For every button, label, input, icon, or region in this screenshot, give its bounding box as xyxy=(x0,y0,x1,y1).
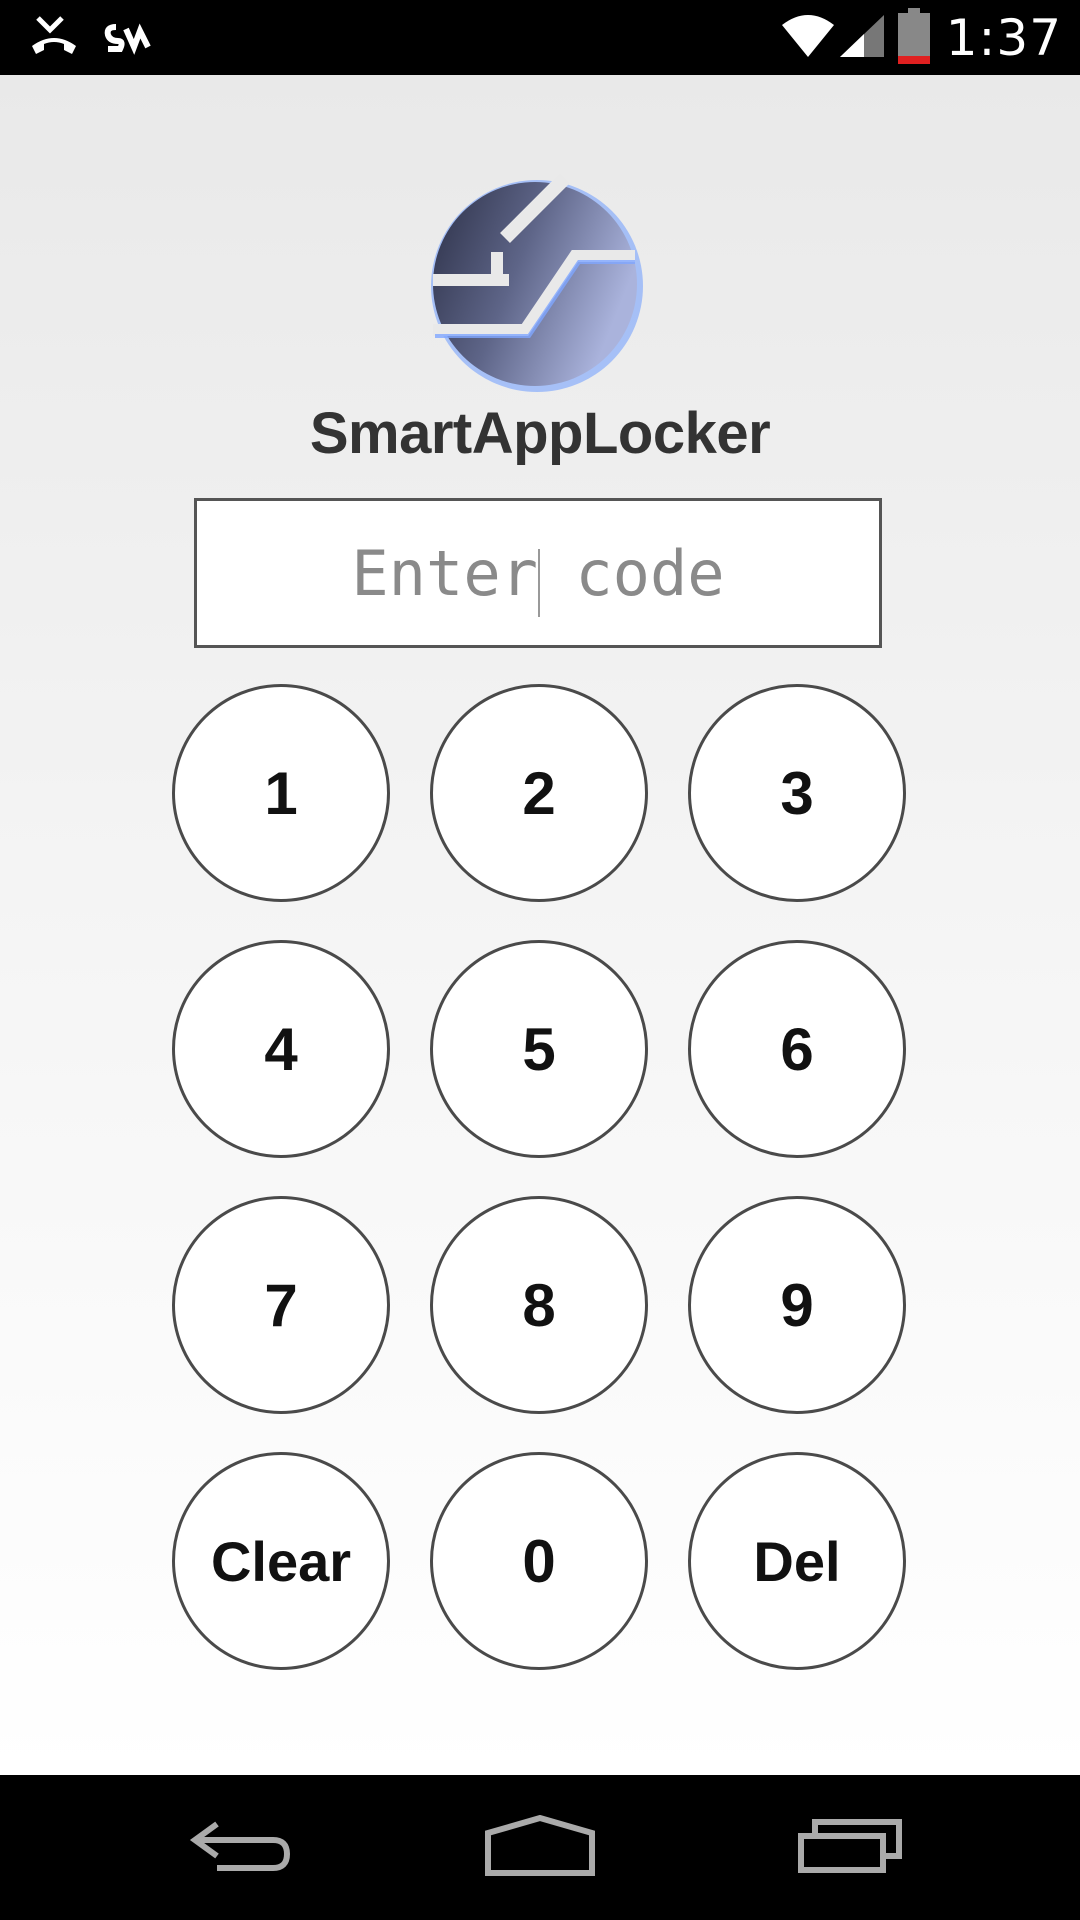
key-7[interactable]: 7 xyxy=(172,1196,390,1414)
key-4[interactable]: 4 xyxy=(172,940,390,1158)
wifi-icon xyxy=(780,13,836,64)
back-button[interactable] xyxy=(180,1813,300,1883)
missed-call-icon xyxy=(28,14,80,60)
signal-icon xyxy=(838,13,886,64)
key-0[interactable]: 0 xyxy=(430,1452,648,1670)
key-2[interactable]: 2 xyxy=(430,684,648,902)
status-right: 1:37 xyxy=(780,7,1062,69)
text-caret xyxy=(538,549,540,617)
recents-button[interactable] xyxy=(790,1813,910,1883)
clear-button[interactable]: Clear xyxy=(172,1452,390,1670)
delete-button[interactable]: Del xyxy=(688,1452,906,1670)
status-left xyxy=(28,14,154,60)
recents-icon xyxy=(797,1818,903,1879)
status-bar: 1:37 xyxy=(0,0,1080,75)
key-8[interactable]: 8 xyxy=(430,1196,648,1414)
smartapplocker-logo-icon xyxy=(425,168,655,398)
battery-icon xyxy=(897,7,930,69)
lock-screen: SmartAppLocker 1 2 3 4 5 6 7 8 9 Clear 0… xyxy=(0,75,1080,1775)
sync-icon xyxy=(102,17,154,57)
key-3[interactable]: 3 xyxy=(688,684,906,902)
status-time: 1:37 xyxy=(945,9,1062,67)
key-6[interactable]: 6 xyxy=(688,940,906,1158)
key-5[interactable]: 5 xyxy=(430,940,648,1158)
key-1[interactable]: 1 xyxy=(172,684,390,902)
home-icon xyxy=(484,1814,596,1882)
key-9[interactable]: 9 xyxy=(688,1196,906,1414)
back-icon xyxy=(187,1816,293,1881)
home-button[interactable] xyxy=(480,1813,600,1883)
navigation-bar xyxy=(0,1775,1080,1920)
app-title: SmartAppLocker xyxy=(309,401,771,466)
